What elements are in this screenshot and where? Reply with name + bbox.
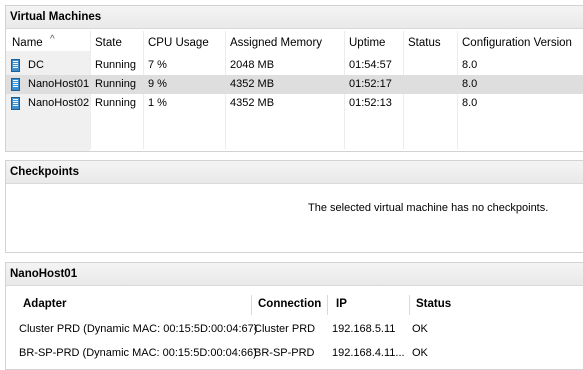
- vm-cpu-usage: 1 %: [148, 97, 167, 109]
- virtual-machine-icon: [11, 78, 20, 91]
- vm-config-version: 8.0: [462, 97, 478, 109]
- vm-uptime: 01:52:17: [349, 78, 392, 90]
- selected-vm-title: NanoHost01: [6, 263, 583, 286]
- vm-state: Running: [95, 78, 136, 90]
- adapter-connection: BR-SP-PRD: [254, 347, 315, 359]
- column-header-adapter-status[interactable]: Status: [416, 298, 451, 310]
- vm-state: Running: [95, 97, 136, 109]
- vm-details-panel: NanoHost01 Adapter Connection IP Status …: [5, 262, 583, 370]
- column-header-status[interactable]: Status: [408, 29, 441, 51]
- vm-config-version: 8.0: [462, 78, 478, 90]
- adapter-status: OK: [412, 323, 428, 335]
- vm-table: Name ^ State CPU Usage Assigned Memory U…: [6, 29, 583, 151]
- adapter-connection: Cluster PRD: [254, 323, 316, 335]
- column-header-uptime[interactable]: Uptime: [349, 29, 385, 51]
- vm-assigned-memory: 4352 MB: [230, 97, 275, 109]
- vm-row-nanohost01[interactable]: NanoHost01 Running 9 % 4352 MB 01:52:17 …: [6, 75, 583, 94]
- vm-state: Running: [95, 59, 136, 71]
- vm-assigned-memory: 2048 MB: [230, 59, 275, 71]
- vm-name: NanoHost01: [28, 78, 90, 90]
- vm-assigned-memory: 4352 MB: [230, 78, 275, 90]
- adapter-name: Cluster PRD (Dynamic MAC: 00:15:5D:00:04…: [19, 323, 258, 335]
- column-header-assigned-memory[interactable]: Assigned Memory: [230, 29, 322, 51]
- vm-uptime: 01:52:13: [349, 97, 392, 109]
- column-header-state[interactable]: State: [95, 29, 122, 51]
- column-separator: [409, 295, 410, 315]
- vm-row-dc[interactable]: DC Running 7 % 2048 MB 01:54:57 8.0: [6, 56, 583, 75]
- no-checkpoints-message: The selected virtual machine has no chec…: [308, 202, 549, 214]
- vm-cpu-usage: 7 %: [148, 59, 167, 71]
- column-header-configuration-version[interactable]: Configuration Version: [462, 29, 572, 51]
- sort-ascending-icon: ^: [50, 34, 55, 45]
- column-header-connection[interactable]: Connection: [258, 298, 321, 310]
- vm-cpu-usage: 9 %: [148, 78, 167, 90]
- vm-uptime: 01:54:57: [349, 59, 392, 71]
- checkpoints-panel: Checkpoints The selected virtual machine…: [5, 160, 583, 253]
- adapter-status: OK: [412, 347, 428, 359]
- virtual-machines-title: Virtual Machines: [6, 6, 583, 29]
- adapter-ip: 192.168.4.11...: [332, 347, 405, 359]
- column-header-ip[interactable]: IP: [336, 298, 347, 310]
- adapter-ip: 192.168.5.11: [332, 323, 396, 335]
- vm-row-nanohost02[interactable]: NanoHost02 Running 1 % 4352 MB 01:52:13 …: [6, 94, 583, 113]
- adapter-name: BR-SP-PRD (Dynamic MAC: 00:15:5D:00:04:6…: [19, 347, 257, 359]
- vm-name: DC: [28, 59, 44, 71]
- column-header-cpu-usage[interactable]: CPU Usage: [148, 29, 209, 51]
- column-separator: [251, 295, 252, 315]
- virtual-machines-panel: Virtual Machines Name ^ State CPU Usage …: [5, 5, 583, 152]
- virtual-machine-icon: [11, 97, 20, 110]
- column-header-adapter[interactable]: Adapter: [23, 298, 66, 310]
- vm-config-version: 8.0: [462, 59, 478, 71]
- virtual-machine-icon: [11, 59, 20, 72]
- column-separator: [327, 295, 328, 315]
- checkpoints-title: Checkpoints: [6, 161, 583, 184]
- column-header-name[interactable]: Name ^: [12, 29, 55, 51]
- vm-name: NanoHost02: [28, 97, 90, 109]
